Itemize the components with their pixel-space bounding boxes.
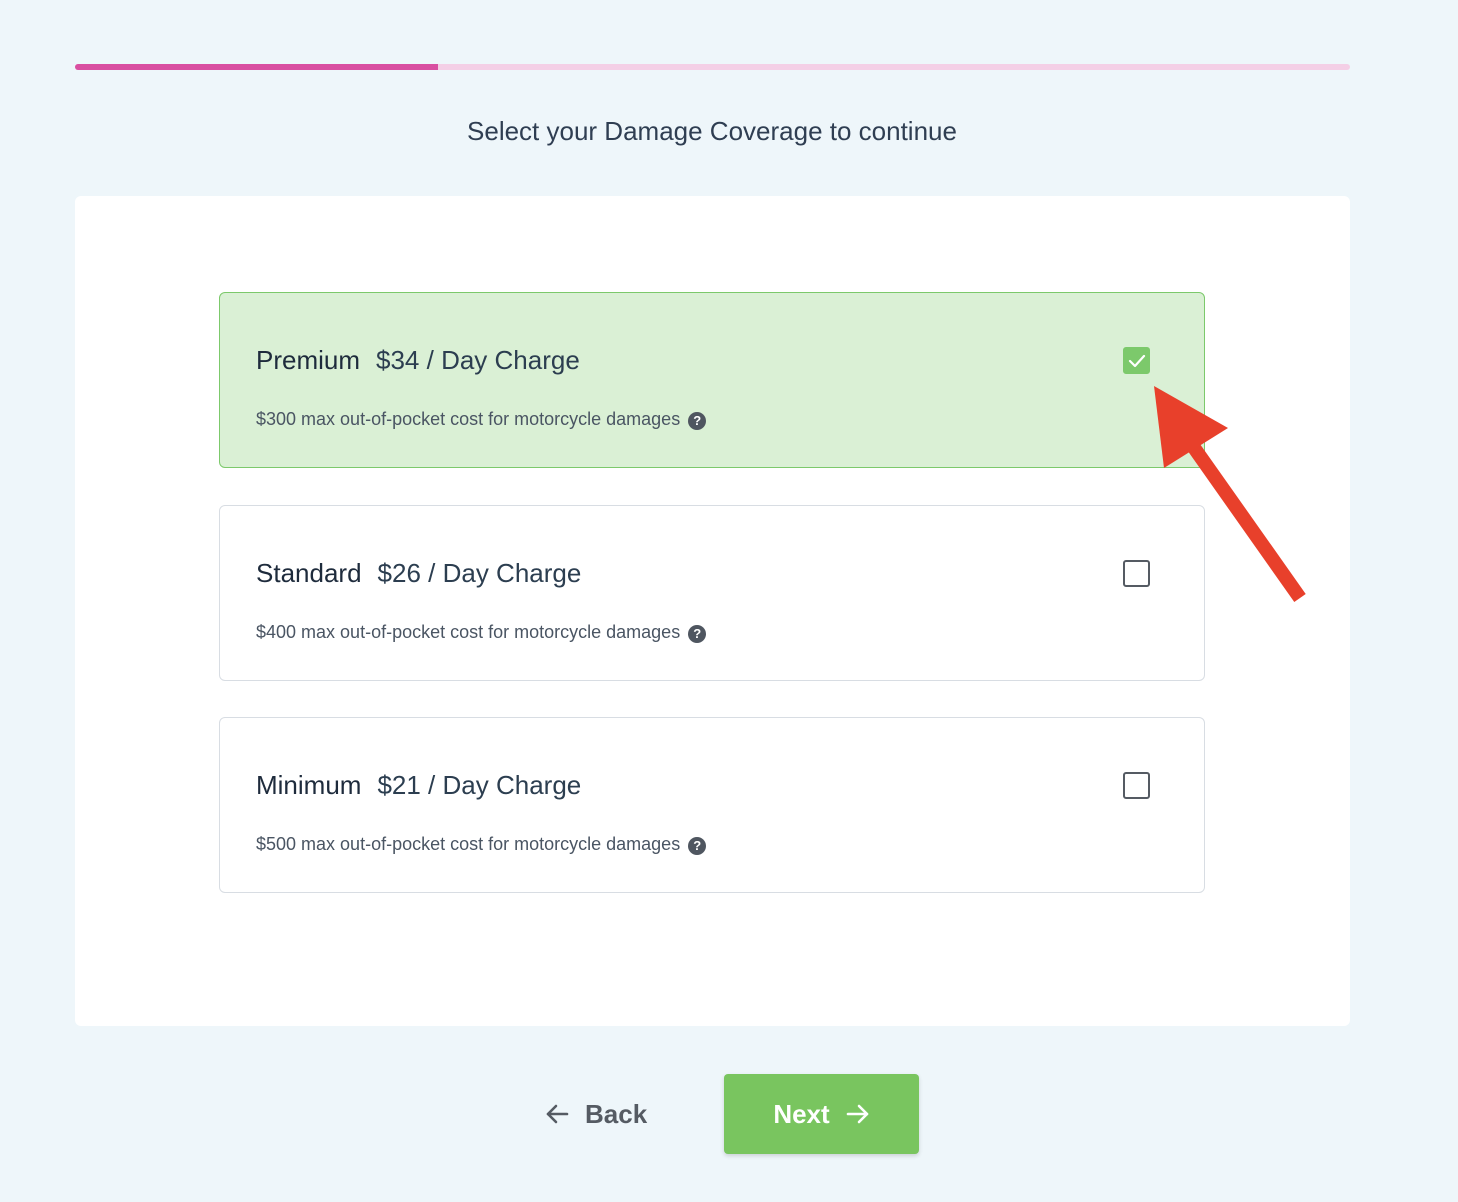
option-price: $21 / Day Charge (377, 770, 582, 800)
coverage-option-minimum[interactable]: Minimum $21 / Day Charge $500 max out-of-… (219, 717, 1205, 893)
option-description-text: $300 max out-of-pocket cost for motorcyc… (256, 409, 681, 429)
option-description: $300 max out-of-pocket cost for motorcyc… (256, 409, 707, 430)
option-description-text: $400 max out-of-pocket cost for motorcyc… (256, 622, 681, 642)
option-name: Standard (256, 558, 362, 588)
option-title: Standard $26 / Day Charge (256, 558, 581, 589)
next-label: Next (773, 1098, 830, 1129)
checkmark-icon (1128, 354, 1146, 368)
option-description: $400 max out-of-pocket cost for motorcyc… (256, 622, 707, 643)
coverage-option-premium[interactable]: Premium $34 / Day Charge $300 max out-of-… (219, 292, 1205, 468)
option-price: $34 / Day Charge (376, 345, 580, 375)
option-price: $26 / Day Charge (377, 558, 582, 588)
next-button[interactable]: Next (724, 1074, 919, 1154)
help-icon[interactable]: ? (688, 411, 707, 430)
option-name: Minimum (256, 770, 362, 800)
coverage-option-standard[interactable]: Standard $26 / Day Charge $400 max out-of… (219, 505, 1205, 681)
option-name: Premium (256, 345, 361, 375)
page-title: Select your Damage Coverage to continue (467, 116, 957, 146)
arrow-left-icon (546, 1104, 569, 1124)
help-icon[interactable]: ? (688, 836, 707, 855)
option-title: Premium $34 / Day Charge (256, 345, 580, 376)
minimum-checkbox[interactable] (1123, 772, 1150, 799)
option-description-text: $500 max out-of-pocket cost for motorcyc… (256, 834, 681, 854)
premium-checkbox[interactable] (1123, 347, 1150, 374)
help-icon[interactable]: ? (688, 624, 707, 643)
red-arrow-icon (1154, 386, 1306, 603)
option-description: $500 max out-of-pocket cost for motorcyc… (256, 834, 707, 855)
progress-bar (75, 64, 1350, 70)
back-button[interactable]: Back (545, 1080, 685, 1148)
arrow-right-icon (846, 1104, 868, 1124)
option-title: Minimum $21 / Day Charge (256, 770, 581, 801)
back-label: Back (585, 1098, 648, 1129)
progress-bar-fill (75, 64, 439, 70)
